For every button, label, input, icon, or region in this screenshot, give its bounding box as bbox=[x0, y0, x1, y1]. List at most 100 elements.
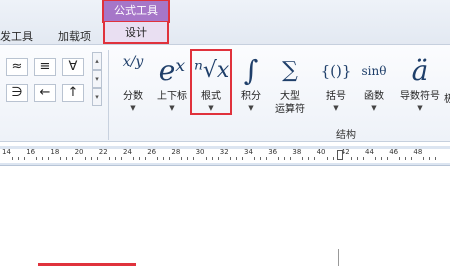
ruler-minor-tick bbox=[120, 157, 122, 160]
bracket-icon: {()} bbox=[320, 62, 352, 80]
large-operator-button[interactable]: ∑ 大型 运算符 bbox=[268, 52, 312, 116]
ruler-minor-tick bbox=[375, 157, 376, 160]
ruler-minor-tick bbox=[429, 157, 431, 160]
group-divider bbox=[108, 50, 109, 140]
accent-label: 导数符号 bbox=[400, 91, 440, 102]
ruler-tick-label: 44 bbox=[365, 148, 374, 156]
ruler-minor-tick bbox=[254, 157, 255, 160]
ruler-tick-label: 18 bbox=[50, 148, 60, 156]
ruler-minor-tick bbox=[48, 157, 50, 160]
script-label: 上下标 bbox=[157, 91, 187, 102]
ruler-minor-tick bbox=[332, 157, 334, 160]
fraction-label: 分数 bbox=[123, 91, 143, 102]
tab-developer-tools[interactable]: 发工具 bbox=[0, 28, 33, 44]
gallery-more-icon[interactable]: ▾ bbox=[92, 88, 102, 106]
ruler-minor-tick bbox=[72, 157, 74, 160]
chevron-down-icon: ▼ bbox=[417, 104, 423, 112]
symbol-approx-button[interactable]: ≈ bbox=[6, 58, 28, 76]
ruler-minor-tick bbox=[145, 157, 146, 160]
bracket-label: 括号 bbox=[326, 91, 346, 102]
large-operator-icon: ∑ bbox=[282, 58, 298, 83]
ruler-minor-tick bbox=[266, 157, 267, 160]
ruler-tick-label: 26 bbox=[147, 148, 157, 156]
tab-design[interactable]: 设计 bbox=[103, 22, 169, 44]
ruler-indent-marker[interactable] bbox=[337, 150, 343, 160]
ruler-minor-tick bbox=[181, 157, 183, 160]
ruler-tick-label: 24 bbox=[123, 148, 132, 156]
chevron-down-icon: ▼ bbox=[169, 104, 175, 112]
ruler-minor-tick bbox=[12, 157, 13, 160]
ruler-minor-tick bbox=[96, 157, 98, 160]
function-icon: sinθ bbox=[361, 64, 387, 78]
symbol-up-arrow-button[interactable]: ↑ bbox=[62, 84, 84, 102]
ruler-minor-tick bbox=[193, 157, 195, 160]
ruler-minor-tick bbox=[260, 157, 261, 160]
ruler-minor-tick bbox=[108, 157, 110, 160]
ruler-tick-label: 28 bbox=[171, 148, 181, 156]
tab-addins[interactable]: 加载项 bbox=[58, 28, 91, 44]
large-operator-label: 大型 bbox=[280, 91, 300, 102]
ruler-minor-tick bbox=[60, 157, 62, 160]
ruler-minor-tick bbox=[66, 157, 68, 160]
ruler-minor-tick bbox=[435, 157, 437, 160]
symbol-contains-button[interactable]: ∋ bbox=[6, 84, 28, 102]
ruler-minor-tick bbox=[290, 157, 292, 160]
chevron-down-icon: ▼ bbox=[333, 104, 339, 112]
ruler-minor-tick bbox=[24, 157, 25, 160]
ruler-tick-label: 36 bbox=[268, 148, 278, 156]
function-label: 函数 bbox=[364, 91, 384, 102]
ruler-minor-tick bbox=[284, 157, 286, 160]
ruler-minor-tick bbox=[362, 157, 364, 160]
bracket-button[interactable]: {()} 括号 ▼ bbox=[318, 52, 354, 113]
ribbon-tab-bar: 发工具 加载项 公式工具 设计 bbox=[0, 0, 450, 44]
text-cursor bbox=[338, 249, 339, 266]
ruler-minor-tick bbox=[302, 157, 304, 160]
horizontal-ruler[interactable]: 14 16 18 20 22 24 26 28 30 32 34 36 38 40 42 44 46 48 bbox=[0, 146, 450, 166]
ruler-minor-tick bbox=[42, 157, 44, 160]
script-button[interactable]: eˣ 上下标 ▼ bbox=[152, 52, 192, 113]
ruler-minor-tick bbox=[381, 157, 382, 160]
accent-icon: ä bbox=[411, 54, 429, 87]
ruler-tick-label: 38 bbox=[292, 148, 302, 156]
fraction-icon: x/y bbox=[122, 54, 144, 70]
symbol-identical-button[interactable]: ≡ bbox=[34, 58, 56, 76]
ruler-tick-label: 16 bbox=[26, 148, 36, 156]
symbol-gallery-scroll: ▴ ▾ ▾ bbox=[92, 52, 102, 108]
large-operator-label-2: 运算符 bbox=[275, 104, 305, 115]
function-button[interactable]: sinθ 函数 ▼ bbox=[356, 52, 392, 113]
ruler-tick-label: 32 bbox=[219, 148, 229, 156]
ruler-minor-tick bbox=[399, 157, 401, 160]
integral-button[interactable]: ∫ 积分 ▼ bbox=[236, 52, 266, 113]
ruler-minor-tick bbox=[139, 157, 140, 160]
ruler-minor-tick bbox=[18, 157, 19, 160]
ruler-minor-tick bbox=[163, 157, 165, 160]
ruler-tick-label: 48 bbox=[413, 148, 423, 156]
ruler-minor-tick bbox=[314, 157, 316, 160]
ruler-minor-tick bbox=[157, 157, 159, 160]
ruler-minor-tick bbox=[90, 157, 92, 160]
ruler-tick-label: 40 bbox=[316, 148, 326, 156]
ruler-minor-tick bbox=[187, 157, 189, 160]
ruler-minor-tick bbox=[241, 157, 243, 160]
gallery-scroll-up-icon[interactable]: ▴ bbox=[92, 52, 102, 70]
ruler-minor-tick bbox=[217, 157, 219, 160]
ruler-minor-tick bbox=[350, 157, 352, 160]
ruler-minor-tick bbox=[387, 157, 388, 160]
symbol-left-arrow-button[interactable]: ← bbox=[34, 84, 56, 102]
ruler-minor-tick bbox=[411, 157, 413, 160]
ruler-minor-tick bbox=[235, 157, 237, 160]
ruler-minor-tick bbox=[405, 157, 407, 160]
accent-button[interactable]: ä 导数符号 ▼ bbox=[394, 52, 446, 113]
chevron-down-icon: ▼ bbox=[130, 104, 136, 112]
symbol-forall-button[interactable]: ∀ bbox=[62, 58, 84, 76]
script-icon: eˣ bbox=[158, 54, 186, 87]
document-canvas[interactable] bbox=[0, 167, 450, 266]
ruler-minor-tick bbox=[84, 157, 86, 160]
fraction-button[interactable]: x/y 分数 ▼ bbox=[118, 52, 148, 113]
ruler-minor-tick bbox=[308, 157, 310, 160]
ruler-minor-tick bbox=[229, 157, 231, 160]
ruler-minor-tick bbox=[423, 157, 425, 160]
ruler-minor-tick bbox=[133, 157, 134, 160]
ruler-minor-tick bbox=[356, 157, 358, 160]
gallery-scroll-down-icon[interactable]: ▾ bbox=[92, 70, 102, 88]
